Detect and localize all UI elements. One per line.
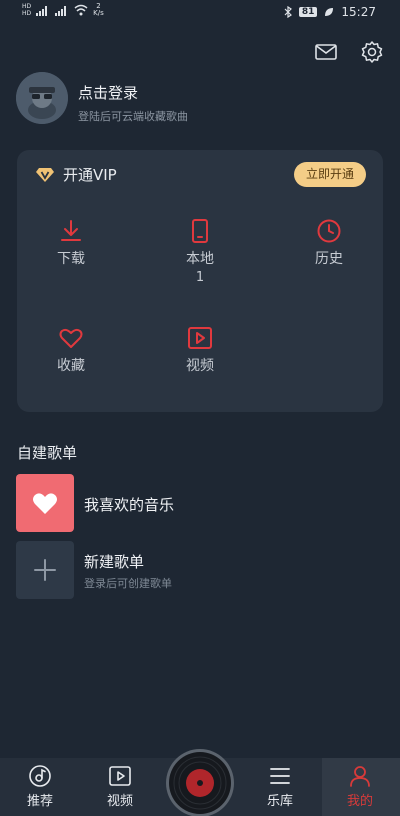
top-actions bbox=[314, 40, 384, 64]
login-title[interactable]: 点击登录 bbox=[78, 82, 138, 103]
vip-label: 开通VIP bbox=[63, 166, 117, 184]
nav-recommend[interactable]: 推荐 bbox=[14, 764, 66, 809]
hd-label: HD bbox=[22, 3, 32, 10]
user-profile-icon bbox=[350, 766, 370, 787]
nav-video-label: 视频 bbox=[106, 794, 133, 809]
liked-title: 我喜欢的音乐 bbox=[84, 496, 175, 514]
vinyl-player-icon[interactable] bbox=[165, 748, 235, 816]
status-time: 15:27 bbox=[341, 5, 376, 19]
grid-download[interactable]: 下载 bbox=[31, 218, 111, 268]
grid-history[interactable]: 历史 bbox=[289, 218, 369, 268]
heart-icon bbox=[59, 328, 83, 348]
playlist-liked[interactable]: 我喜欢的音乐 bbox=[16, 474, 386, 532]
status-left: HD HD 2 K/s bbox=[22, 3, 104, 18]
net-unit: K/s bbox=[93, 9, 104, 17]
net-speed: 2 K/s bbox=[93, 3, 104, 17]
vip-open-button[interactable]: 立即开通 bbox=[294, 162, 366, 187]
heart-filled-icon bbox=[33, 493, 57, 514]
nav-recommend-label: 推荐 bbox=[26, 794, 53, 809]
new-playlist-title: 新建歌单 bbox=[84, 553, 145, 571]
video-icon bbox=[109, 766, 131, 786]
nav-mine-label: 我的 bbox=[346, 794, 373, 809]
local-label: 本地 bbox=[186, 251, 214, 267]
grid-local[interactable]: 本地 1 bbox=[160, 218, 240, 285]
login-row[interactable]: 点击登录 登陆后可云端收藏歌曲 bbox=[16, 72, 386, 126]
history-label: 历史 bbox=[315, 251, 343, 267]
clock-icon bbox=[317, 219, 341, 243]
menu-list-icon bbox=[270, 768, 290, 784]
new-cover bbox=[16, 541, 74, 599]
download-label: 下载 bbox=[57, 251, 85, 267]
nav-library[interactable]: 乐库 bbox=[254, 764, 306, 809]
avatar[interactable] bbox=[16, 72, 68, 124]
nav-library-label: 乐库 bbox=[266, 794, 293, 809]
status-right: 81 15:27 bbox=[284, 5, 376, 19]
default-avatar-icon bbox=[16, 72, 68, 124]
nav-mine[interactable]: 我的 bbox=[334, 764, 386, 809]
local-count: 1 bbox=[195, 270, 205, 285]
hd-label-2: HD bbox=[22, 10, 32, 17]
battery-level: 81 bbox=[298, 7, 318, 17]
feature-card: 开通VIP 立即开通 下载 本地 1 历史 收藏 视频 bbox=[17, 150, 383, 412]
section-title-playlists: 自建歌单 bbox=[17, 444, 78, 462]
playlist-new[interactable]: 新建歌单 登录后可创建歌单 bbox=[16, 541, 386, 599]
vip-row[interactable]: 开通VIP bbox=[35, 164, 117, 185]
liked-cover bbox=[16, 474, 74, 532]
favorites-label: 收藏 bbox=[57, 358, 85, 374]
video-label: 视频 bbox=[186, 358, 214, 374]
bluetooth-icon bbox=[284, 6, 292, 18]
settings-gear-icon[interactable] bbox=[360, 40, 384, 64]
new-playlist-subtitle: 登录后可创建歌单 bbox=[84, 577, 172, 590]
login-subtitle: 登陆后可云端收藏歌曲 bbox=[78, 110, 188, 123]
wifi-icon bbox=[74, 4, 88, 16]
phone-icon bbox=[192, 219, 208, 243]
vip-diamond-icon bbox=[36, 167, 54, 182]
signal-icon-2 bbox=[55, 6, 67, 16]
download-icon bbox=[61, 220, 81, 241]
signal-icon bbox=[36, 6, 48, 16]
music-disc-icon bbox=[29, 765, 51, 787]
grid-favorites[interactable]: 收藏 bbox=[31, 325, 111, 375]
mail-icon[interactable] bbox=[314, 40, 338, 64]
signal-block: HD HD bbox=[22, 3, 31, 17]
video-play-icon bbox=[188, 327, 212, 349]
grid-video[interactable]: 视频 bbox=[160, 325, 240, 375]
plus-icon bbox=[34, 559, 56, 581]
status-bar: HD HD 2 K/s 81 15:27 bbox=[0, 0, 400, 26]
nav-video[interactable]: 视频 bbox=[94, 764, 146, 809]
leaf-icon bbox=[325, 8, 334, 16]
